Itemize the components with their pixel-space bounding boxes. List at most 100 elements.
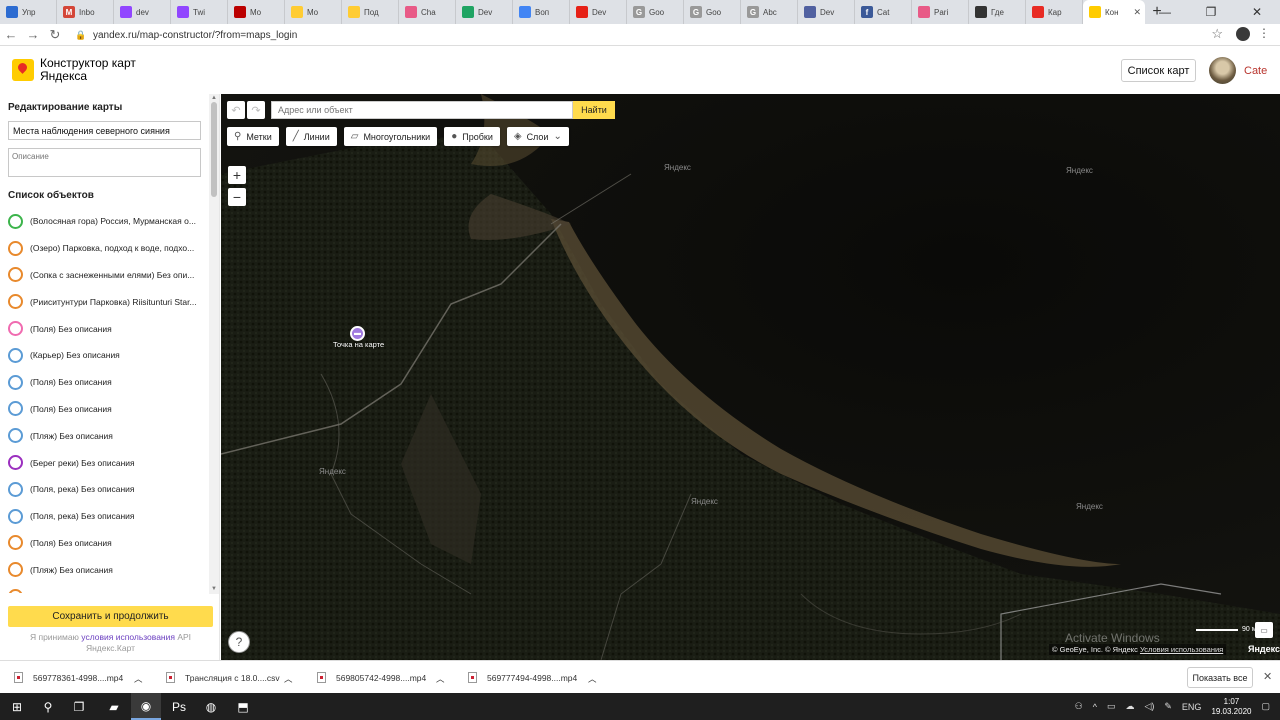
chevron-up-icon[interactable]: ︿ xyxy=(134,673,143,685)
browser-tab[interactable]: Dev xyxy=(456,0,513,24)
placemarks-tool[interactable]: ⚲ Метки xyxy=(227,127,279,146)
ruler-icon[interactable]: ▭ xyxy=(1255,622,1273,638)
people-icon[interactable]: ⚇ xyxy=(1075,701,1083,712)
object-list-item[interactable]: (Поля, река) Без описания xyxy=(0,476,206,503)
object-list-item[interactable]: (Сопка с заснеженными елями) Без опи... xyxy=(0,262,206,289)
terms-of-use-link[interactable]: Условия использования xyxy=(1140,645,1223,654)
object-list-item[interactable]: (Пляж) Без описания xyxy=(0,556,206,583)
chevron-up-icon[interactable]: ︿ xyxy=(284,673,293,685)
map-placemark-hotel-icon[interactable]: ▬ xyxy=(350,326,365,341)
object-list-item[interactable]: (Поля) Без описания xyxy=(0,396,206,423)
map-description-input[interactable] xyxy=(8,148,201,177)
browser-tab[interactable]: Где xyxy=(969,0,1026,24)
object-list-item[interactable]: (Рииситунтури Парковка) Riisitunturi Sta… xyxy=(0,288,206,315)
windows-start-icon[interactable]: ⊞ xyxy=(2,693,32,720)
polygons-tool[interactable]: ▱ Многоугольники xyxy=(343,127,438,146)
map-canvas[interactable]: ↶ ↷ Найти ⚲ Метки ╱ Линии ▱ Многоугольники … xyxy=(221,94,1280,660)
download-item[interactable]: 569778361-4998....mp4 xyxy=(14,661,123,694)
show-hidden-icons-icon[interactable]: ^ xyxy=(1093,702,1097,712)
browser-tab[interactable]: G Goo xyxy=(627,0,684,24)
help-button[interactable]: ? xyxy=(228,631,250,653)
task-view-icon[interactable]: ❐ xyxy=(64,693,94,720)
browser-tab[interactable]: Dev xyxy=(570,0,627,24)
object-list-item[interactable]: (Поля) Без описания xyxy=(0,530,206,557)
language-indicator[interactable]: ENG xyxy=(1182,702,1202,712)
undo-icon[interactable]: ↶ xyxy=(227,101,245,119)
yandex-maps-logo-icon[interactable] xyxy=(12,59,34,81)
back-icon[interactable]: ← xyxy=(0,27,22,42)
maximize-button[interactable]: ❐ xyxy=(1188,0,1234,24)
chevron-up-icon[interactable]: ︿ xyxy=(436,673,445,685)
reload-icon[interactable]: ↻ xyxy=(44,27,66,43)
object-list-item[interactable]: (Поля) Без описания xyxy=(0,315,206,342)
network-app-icon[interactable]: ◍ xyxy=(196,693,226,720)
redo-icon[interactable]: ↷ xyxy=(247,101,265,119)
chevron-up-icon[interactable]: ︿ xyxy=(588,673,597,685)
save-and-continue-button[interactable]: Сохранить и продолжить xyxy=(8,606,213,627)
terms-link[interactable]: условия использования xyxy=(81,632,175,642)
scroll-down-icon[interactable]: ▼ xyxy=(211,586,217,592)
app-icon[interactable]: ⬒ xyxy=(228,693,258,720)
object-list-item[interactable]: (Пляж) Без описания xyxy=(0,422,206,449)
browser-tab[interactable]: Кар xyxy=(1026,0,1083,24)
zoom-in-button[interactable]: + xyxy=(228,166,246,184)
layers-tool[interactable]: ◈ Слои ⌄ xyxy=(506,127,569,146)
browser-tab[interactable]: Pari xyxy=(912,0,969,24)
objects-scroll-thumb[interactable] xyxy=(211,102,217,197)
object-list-item[interactable]: (Берег реки) Без описания xyxy=(0,449,206,476)
network-icon[interactable]: ☁ xyxy=(1125,701,1134,712)
lines-tool[interactable]: ╱ Линии xyxy=(285,127,337,146)
forward-icon[interactable]: → xyxy=(22,27,44,42)
map-list-button[interactable]: Список карт xyxy=(1121,59,1196,82)
yandex-logo[interactable]: Яндекс xyxy=(1248,644,1280,654)
download-item[interactable]: 569777494-4998....mp4 xyxy=(468,661,577,694)
object-list-item[interactable]: (Поля, река) Без описания xyxy=(0,503,206,530)
chrome-icon[interactable]: ◉ xyxy=(131,693,161,720)
search-icon[interactable]: ⚲ xyxy=(33,693,63,720)
browser-profile-icon[interactable] xyxy=(1236,27,1250,41)
browser-tab[interactable]: Mo xyxy=(285,0,342,24)
close-downloads-icon[interactable]: ✕ xyxy=(1263,670,1272,683)
browser-tab[interactable]: G Abc xyxy=(741,0,798,24)
browser-tab[interactable]: G Goo xyxy=(684,0,741,24)
download-item[interactable]: 569805742-4998....mp4 xyxy=(317,661,426,694)
traffic-tool[interactable]: ● Пробки xyxy=(444,127,500,146)
browser-tab[interactable]: Mo xyxy=(228,0,285,24)
browser-tab[interactable]: Twi xyxy=(171,0,228,24)
notifications-icon[interactable]: ▢ xyxy=(1261,701,1270,712)
browser-tab[interactable]: Упр xyxy=(0,0,57,24)
browser-tab-active[interactable]: Кон ✕ xyxy=(1083,0,1145,24)
close-tab-icon[interactable]: ✕ xyxy=(1133,7,1141,18)
volume-icon[interactable]: ◁) xyxy=(1144,701,1154,712)
browser-menu-icon[interactable]: ⋮ xyxy=(1258,26,1270,40)
show-all-downloads-button[interactable]: Показать все xyxy=(1187,667,1253,688)
browser-tab[interactable]: M Inbo xyxy=(57,0,114,24)
bookmark-star-icon[interactable]: ☆ xyxy=(1211,26,1223,42)
photoshop-icon[interactable]: Ps xyxy=(164,693,194,720)
user-avatar[interactable] xyxy=(1209,57,1236,84)
object-list-item[interactable]: (Озеро) Парковка, подход к воде, подхо..… xyxy=(0,235,206,262)
file-explorer-icon[interactable]: ▰ xyxy=(99,693,129,720)
browser-tab[interactable]: Воп xyxy=(513,0,570,24)
find-button[interactable]: Найти xyxy=(573,101,615,119)
username[interactable]: Cate xyxy=(1244,65,1267,77)
map-search-input[interactable] xyxy=(271,101,573,119)
object-list-item[interactable]: (Карьер) Без описания xyxy=(0,342,206,369)
address-bar[interactable]: 🔒 yandex.ru/map-constructor/?from=maps_l… xyxy=(75,27,1220,43)
browser-tab[interactable]: Cha xyxy=(399,0,456,24)
close-window-button[interactable]: ✕ xyxy=(1234,0,1280,24)
browser-tab[interactable]: f Cat xyxy=(855,0,912,24)
browser-tab[interactable]: Dev xyxy=(798,0,855,24)
browser-tab[interactable]: dev xyxy=(114,0,171,24)
object-list-item[interactable]: (Поля) Без описания xyxy=(0,369,206,396)
battery-icon[interactable]: ▭ xyxy=(1107,701,1116,712)
map-name-input[interactable] xyxy=(8,121,201,140)
object-list-item[interactable]: (Волосяная гора) Россия, Мурманская о... xyxy=(0,208,206,235)
download-item[interactable]: Трансляция с 18.0....csv xyxy=(166,661,280,694)
zoom-out-button[interactable]: − xyxy=(228,188,246,206)
scroll-up-icon[interactable]: ▲ xyxy=(211,95,217,101)
browser-tab[interactable]: Под xyxy=(342,0,399,24)
minimize-button[interactable]: — xyxy=(1142,0,1188,24)
object-list-item[interactable]: (Холм) Без описания xyxy=(0,583,206,593)
clock[interactable]: 1:07 19.03.2020 xyxy=(1211,697,1251,717)
